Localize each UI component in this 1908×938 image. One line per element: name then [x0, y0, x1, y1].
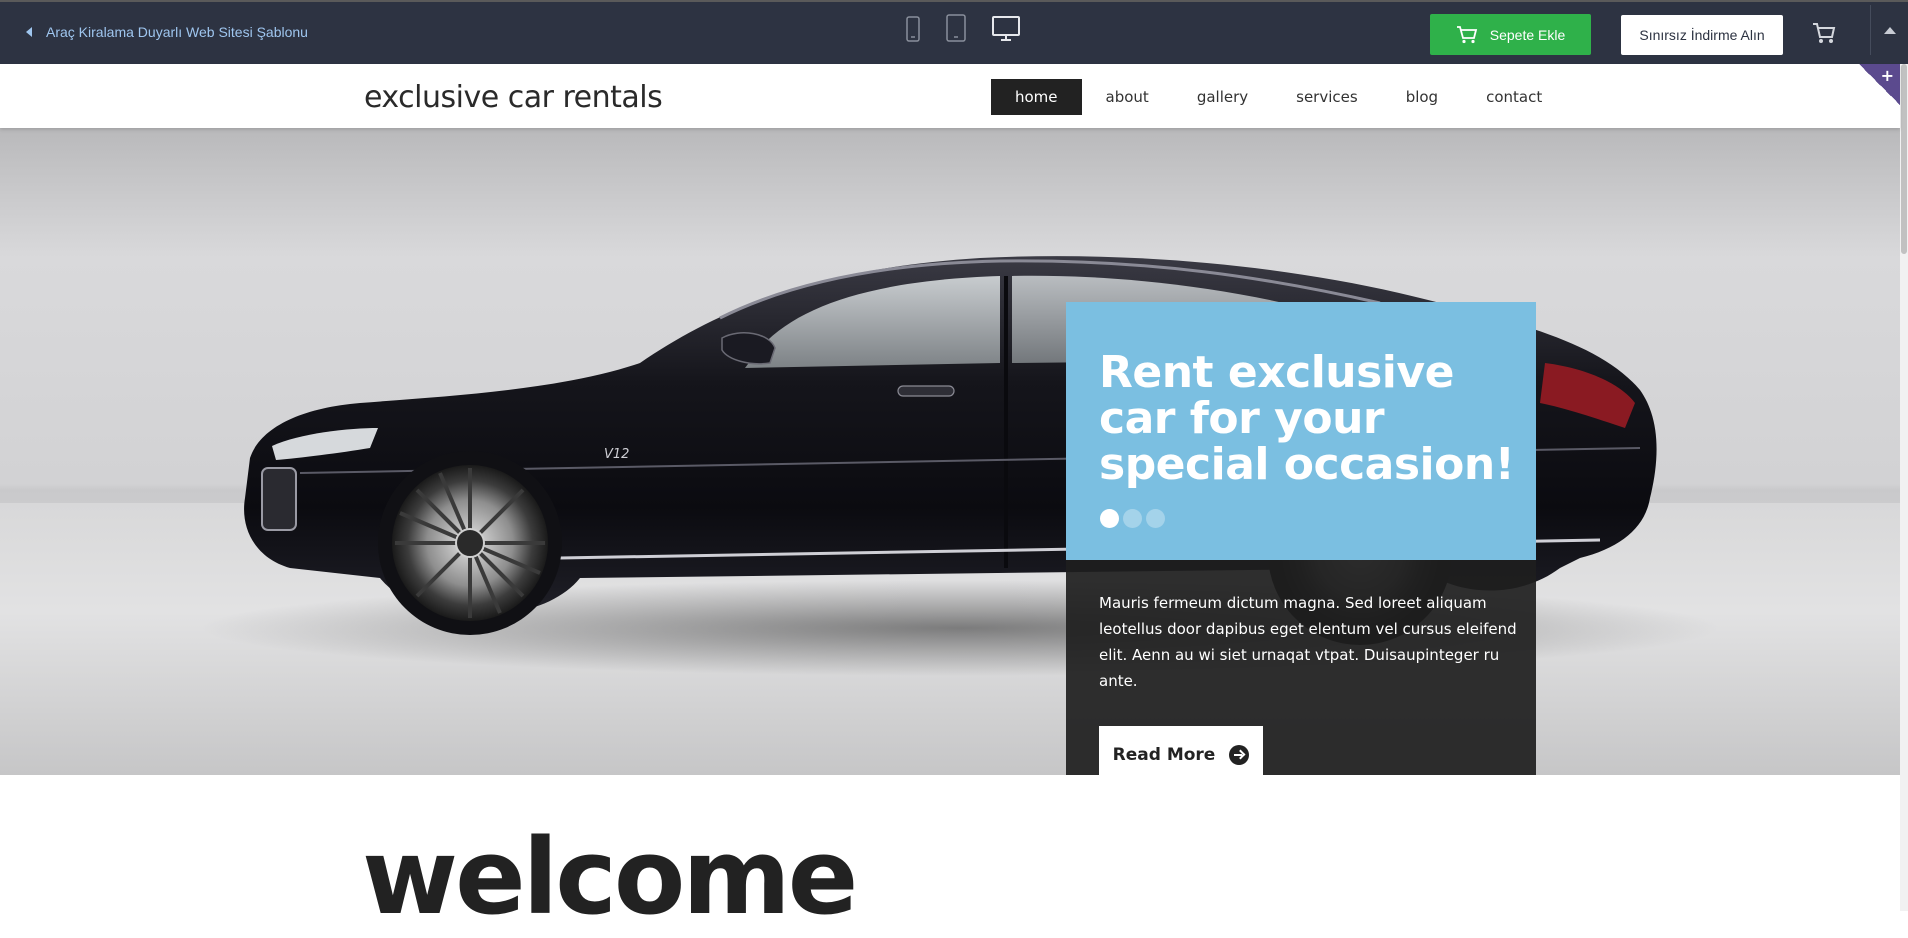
caret-up-icon [1883, 26, 1896, 34]
main-nav: home about gallery services blog contact [991, 79, 1566, 115]
read-more-button[interactable]: Read More [1099, 726, 1263, 775]
car-image: V12 [200, 256, 1720, 676]
nav-blog[interactable]: blog [1382, 79, 1462, 115]
collapse-toolbar-button[interactable] [1870, 5, 1908, 55]
site-logo[interactable]: exclusive car rentals [364, 80, 663, 115]
back-link[interactable]: Araç Kiralama Duyarlı Web Sitesi Şablonu [26, 24, 308, 40]
arrow-circle-right-icon [1229, 744, 1250, 765]
slider-dot[interactable] [1100, 509, 1119, 528]
promo-text-panel: Mauris fermeum dictum magna. Sed loreet … [1066, 560, 1536, 775]
scrollbar-thumb[interactable] [1901, 64, 1907, 254]
template-title: Araç Kiralama Duyarlı Web Sitesi Şablonu [46, 24, 308, 40]
unlimited-download-button[interactable]: Sınırsız İndirme Alın [1621, 15, 1783, 55]
add-to-cart-label: Sepete Ekle [1489, 26, 1566, 43]
site-header: exclusive car rentals home about gallery… [0, 64, 1900, 128]
hero-slider: V12 Rent exclusive car for your special … [0, 128, 1900, 775]
v12-badge: V12 [604, 447, 629, 462]
nav-services[interactable]: services [1272, 79, 1382, 115]
promo-title-panel: Rent exclusive car for your special occa… [1066, 302, 1536, 560]
nav-home[interactable]: home [991, 79, 1082, 115]
mobile-icon[interactable] [906, 16, 920, 46]
preview-toolbar: Araç Kiralama Duyarlı Web Sitesi Şablonu… [0, 0, 1908, 64]
plus-icon: + [1880, 66, 1894, 85]
hero-description: Mauris fermeum dictum magna. Sed loreet … [1099, 594, 1517, 690]
nav-gallery[interactable]: gallery [1173, 79, 1272, 115]
slider-dots [1100, 509, 1165, 528]
desktop-icon[interactable] [992, 16, 1020, 46]
tablet-icon[interactable] [946, 14, 966, 46]
nav-contact[interactable]: contact [1462, 79, 1566, 115]
nav-about[interactable]: about [1082, 79, 1173, 115]
download-label: Sınırsız İndirme Alın [1639, 27, 1765, 43]
caret-left-icon [26, 27, 32, 37]
add-to-cart-button[interactable]: Sepete Ekle [1430, 14, 1591, 55]
corner-plus-button[interactable]: + [1859, 64, 1900, 105]
read-more-label: Read More [1112, 744, 1216, 765]
hero-title: Rent exclusive car for your special occa… [1099, 347, 1515, 490]
device-switcher [906, 14, 1020, 46]
slider-dot[interactable] [1146, 509, 1165, 528]
slider-dot[interactable] [1123, 509, 1142, 528]
welcome-heading: welcome [362, 816, 858, 938]
cart-icon[interactable] [1812, 22, 1836, 48]
cart-icon [1456, 25, 1477, 43]
page-scrollbar[interactable] [1900, 64, 1908, 911]
